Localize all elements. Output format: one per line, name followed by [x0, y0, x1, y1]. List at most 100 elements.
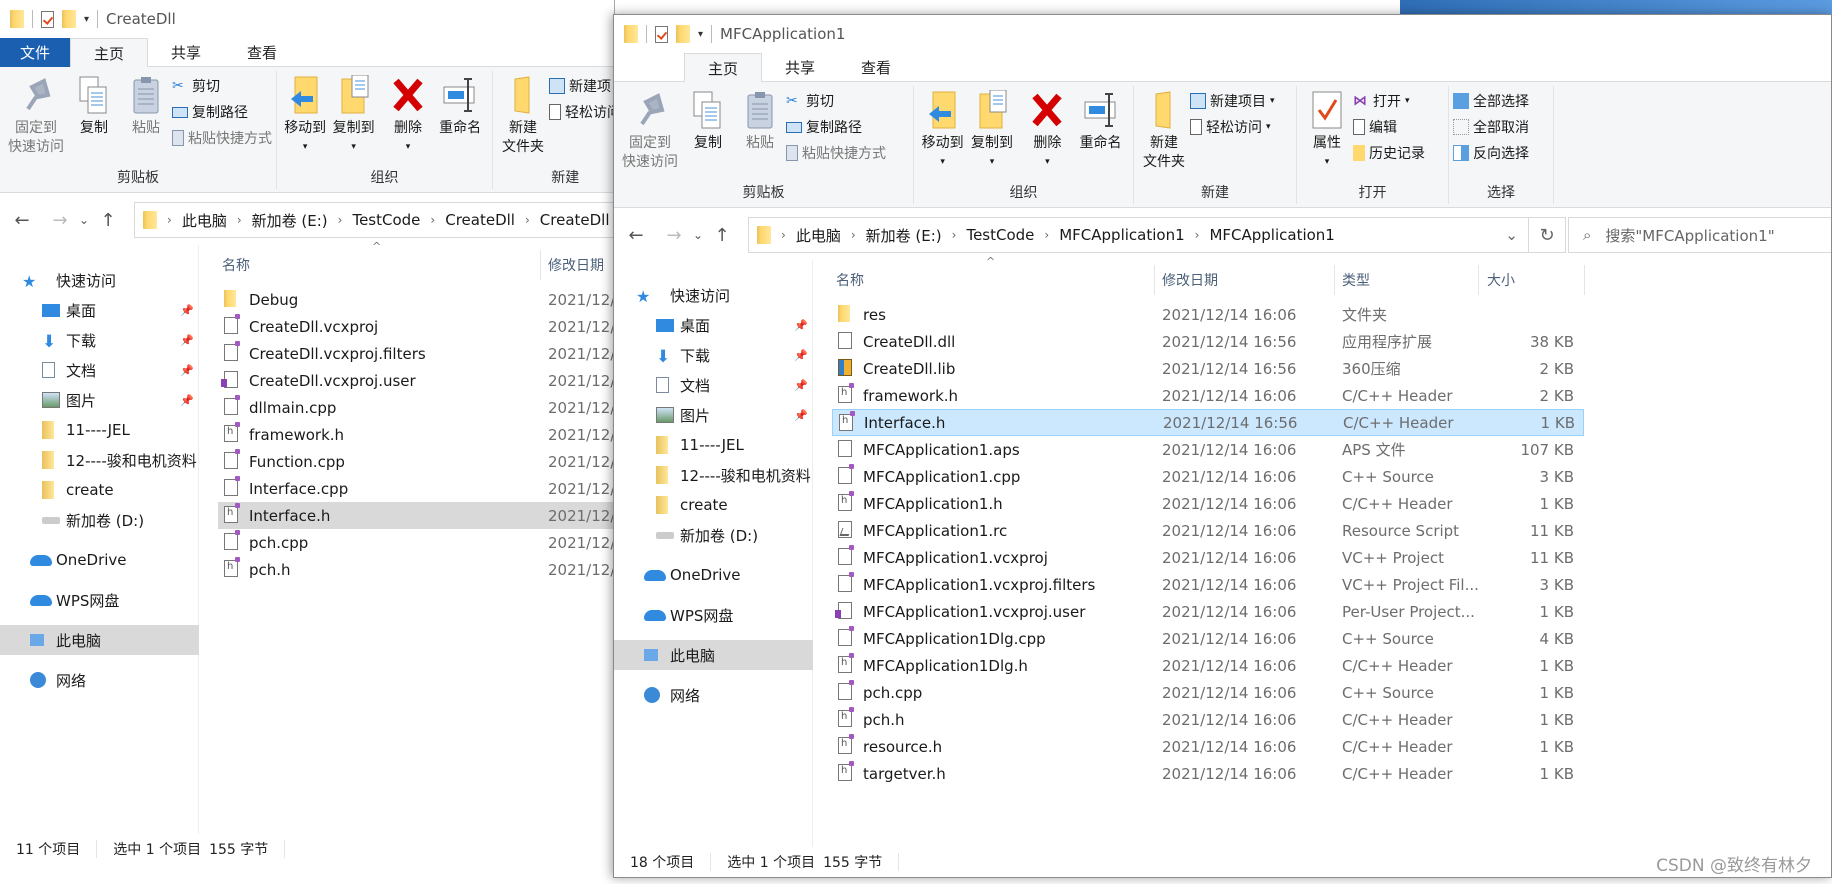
breadcrumb[interactable]: › 此电脑 › 新加卷 (E:) › TestCode › MFCApplication1 › M…: [748, 217, 1529, 253]
nav-item-folder[interactable]: 12----骏和电机资料: [0, 445, 199, 475]
paste-shortcut-button[interactable]: 粘贴快捷方式: [172, 127, 272, 149]
address-dropdown[interactable]: ⌄: [1505, 226, 1518, 244]
breadcrumb-item[interactable]: MFCApplication1: [1059, 226, 1184, 244]
history-button[interactable]: 历史记录: [1353, 142, 1425, 164]
column-divider[interactable]: [540, 250, 541, 280]
breadcrumb-item[interactable]: CreateDll: [540, 211, 610, 229]
file-row[interactable]: CreateDll.vcxproj.user 2021/12/: [218, 367, 614, 394]
nav-item-star[interactable]: ★ 快速访问: [614, 280, 813, 310]
column-header-size[interactable]: 大小: [1487, 265, 1515, 295]
file-row[interactable]: MFCApplication1.aps 2021/12/14 16:06 APS 文…: [832, 436, 1584, 463]
breadcrumb-item[interactable]: 此电脑: [796, 225, 841, 246]
file-row[interactable]: CreateDll.vcxproj 2021/12/: [218, 313, 614, 340]
file-row[interactable]: MFCApplication1.rc 2021/12/14 16:06 Resour…: [832, 517, 1584, 544]
file-row[interactable]: dllmain.cpp 2021/12/: [218, 394, 614, 421]
nav-item-folder[interactable]: create: [0, 475, 199, 505]
invert-selection-button[interactable]: 反向选择: [1453, 142, 1529, 164]
nav-item-folder[interactable]: create: [614, 490, 813, 520]
column-header-date[interactable]: 修改日期: [1162, 265, 1218, 295]
forward-button[interactable]: →: [662, 225, 686, 246]
select-all-button[interactable]: 全部选择: [1453, 90, 1529, 112]
paste-shortcut-button[interactable]: 粘贴快捷方式: [786, 142, 886, 164]
nav-item-drive[interactable]: 新加卷 (D:): [614, 520, 813, 550]
file-row[interactable]: framework.h 2021/12/14 16:06 C/C++ Header 2…: [832, 382, 1584, 409]
breadcrumb-chevron-icon[interactable]: ›: [430, 213, 435, 227]
file-row[interactable]: pch.h 2021/12/: [218, 556, 614, 583]
file-row[interactable]: res 2021/12/14 16:06 文件夹: [832, 301, 1584, 328]
breadcrumb-chevron-icon[interactable]: ›: [851, 228, 856, 242]
delete-dropdown[interactable]: ▾: [406, 138, 411, 157]
file-row[interactable]: CreateDll.dll 2021/12/14 16:56 应用程序扩展 38 KB: [832, 328, 1584, 355]
breadcrumb-item[interactable]: CreateDll: [445, 211, 515, 229]
open-dropdown[interactable]: ▾: [1405, 96, 1410, 106]
tab-1[interactable]: 共享: [762, 53, 838, 82]
breadcrumb-item[interactable]: 此电脑: [182, 210, 227, 231]
properties-quick-access-icon[interactable]: [655, 25, 668, 43]
column-divider[interactable]: [1334, 265, 1335, 295]
nav-item-star[interactable]: ★ 快速访问: [0, 265, 199, 295]
file-row[interactable]: MFCApplication1.vcxproj.filters 2021/12/1…: [832, 571, 1584, 598]
move-to-dropdown[interactable]: ▾: [303, 138, 308, 157]
file-row[interactable]: MFCApplication1.vcxproj.user 2021/12/14 1…: [832, 598, 1584, 625]
tab-2[interactable]: 查看: [838, 53, 914, 82]
customize-toolbar-dropdown[interactable]: ▾: [698, 29, 703, 40]
file-row[interactable]: MFCApplication1.vcxproj 2021/12/14 16:06 V…: [832, 544, 1584, 571]
nav-item-cloud[interactable]: WPS网盘: [614, 600, 813, 630]
search-box[interactable]: ⌕ 搜索"MFCApplication1": [1568, 217, 1831, 253]
breadcrumb-chevron-icon[interactable]: ›: [952, 228, 957, 242]
breadcrumb-item[interactable]: MFCApplication1: [1209, 226, 1334, 244]
new-folder-quick-access-icon[interactable]: [62, 10, 76, 28]
refresh-button[interactable]: ↻: [1529, 217, 1566, 253]
nav-item-folder[interactable]: 11----JEL: [0, 415, 199, 445]
nav-item-picture[interactable]: 图片 📌: [614, 400, 813, 430]
nav-item-cloud[interactable]: OneDrive: [614, 560, 813, 590]
file-row[interactable]: Function.cpp 2021/12/: [218, 448, 614, 475]
column-header-type[interactable]: 类型: [1342, 265, 1370, 295]
file-row[interactable]: CreateDll.vcxproj.filters 2021/12/: [218, 340, 614, 367]
nav-item-download[interactable]: ⬇ 下载 📌: [614, 340, 813, 370]
file-row[interactable]: CreateDll.lib 2021/12/14 16:56 360压缩 2 KB: [832, 355, 1584, 382]
file-row[interactable]: Interface.h 2021/12/: [218, 502, 614, 529]
back-button[interactable]: ←: [10, 210, 34, 231]
nav-item-document[interactable]: 文档 📌: [614, 370, 813, 400]
file-row[interactable]: MFCApplication1.cpp 2021/12/14 16:06 C++ S…: [832, 463, 1584, 490]
nav-item-computer[interactable]: 此电脑: [0, 625, 199, 655]
new-item-button[interactable]: 新建项目▾: [549, 75, 614, 97]
nav-item-network[interactable]: 网络: [0, 665, 199, 695]
file-row[interactable]: pch.cpp 2021/12/: [218, 529, 614, 556]
customize-toolbar-dropdown[interactable]: ▾: [84, 14, 89, 25]
column-header-name[interactable]: 名称: [222, 250, 250, 280]
file-row[interactable]: pch.cpp 2021/12/14 16:06 C++ Source 1 KB: [832, 679, 1584, 706]
up-button[interactable]: ↑: [96, 210, 120, 231]
move-to-dropdown[interactable]: ▾: [940, 153, 945, 172]
back-button[interactable]: ←: [624, 225, 648, 246]
select-none-button[interactable]: 全部取消: [1453, 116, 1529, 138]
breadcrumb-chevron-icon[interactable]: ›: [237, 213, 242, 227]
easy-access-button[interactable]: 轻松访问 ▾: [1190, 116, 1275, 138]
column-divider[interactable]: [1478, 265, 1479, 295]
nav-item-folder[interactable]: 11----JEL: [614, 430, 813, 460]
column-divider[interactable]: [1584, 265, 1585, 295]
breadcrumb-chevron-icon[interactable]: ›: [781, 228, 786, 242]
column-header-name[interactable]: 名称: [836, 265, 864, 295]
new-item-button[interactable]: 新建项目▾: [1190, 90, 1275, 112]
properties-quick-access-icon[interactable]: [41, 10, 54, 28]
breadcrumb-chevron-icon[interactable]: ›: [1195, 228, 1200, 242]
nav-item-download[interactable]: ⬇ 下载 📌: [0, 325, 199, 355]
breadcrumb-chevron-icon[interactable]: ›: [338, 213, 343, 227]
nav-item-computer[interactable]: 此电脑: [614, 640, 813, 670]
copy-to-dropdown[interactable]: ▾: [990, 153, 995, 172]
nav-item-document[interactable]: 文档 📌: [0, 355, 199, 385]
tab-2[interactable]: 共享: [148, 38, 224, 67]
column-divider[interactable]: [1154, 265, 1155, 295]
column-header-date[interactable]: 修改日期: [548, 250, 604, 280]
file-row[interactable]: Interface.cpp 2021/12/: [218, 475, 614, 502]
tab-0[interactable]: 文件: [0, 38, 71, 67]
breadcrumb-chevron-icon[interactable]: ›: [1044, 228, 1049, 242]
breadcrumb-chevron-icon[interactable]: ›: [167, 213, 172, 227]
file-row[interactable]: resource.h 2021/12/14 16:06 C/C++ Header 1 …: [832, 733, 1584, 760]
tab-3[interactable]: 查看: [224, 38, 300, 67]
cut-button[interactable]: ✂ 剪切: [786, 90, 886, 112]
file-row[interactable]: MFCApplication1Dlg.h 2021/12/14 16:06 C/C+…: [832, 652, 1584, 679]
file-row[interactable]: Interface.h 2021/12/14 16:56 C/C++ Header 1…: [832, 409, 1584, 436]
